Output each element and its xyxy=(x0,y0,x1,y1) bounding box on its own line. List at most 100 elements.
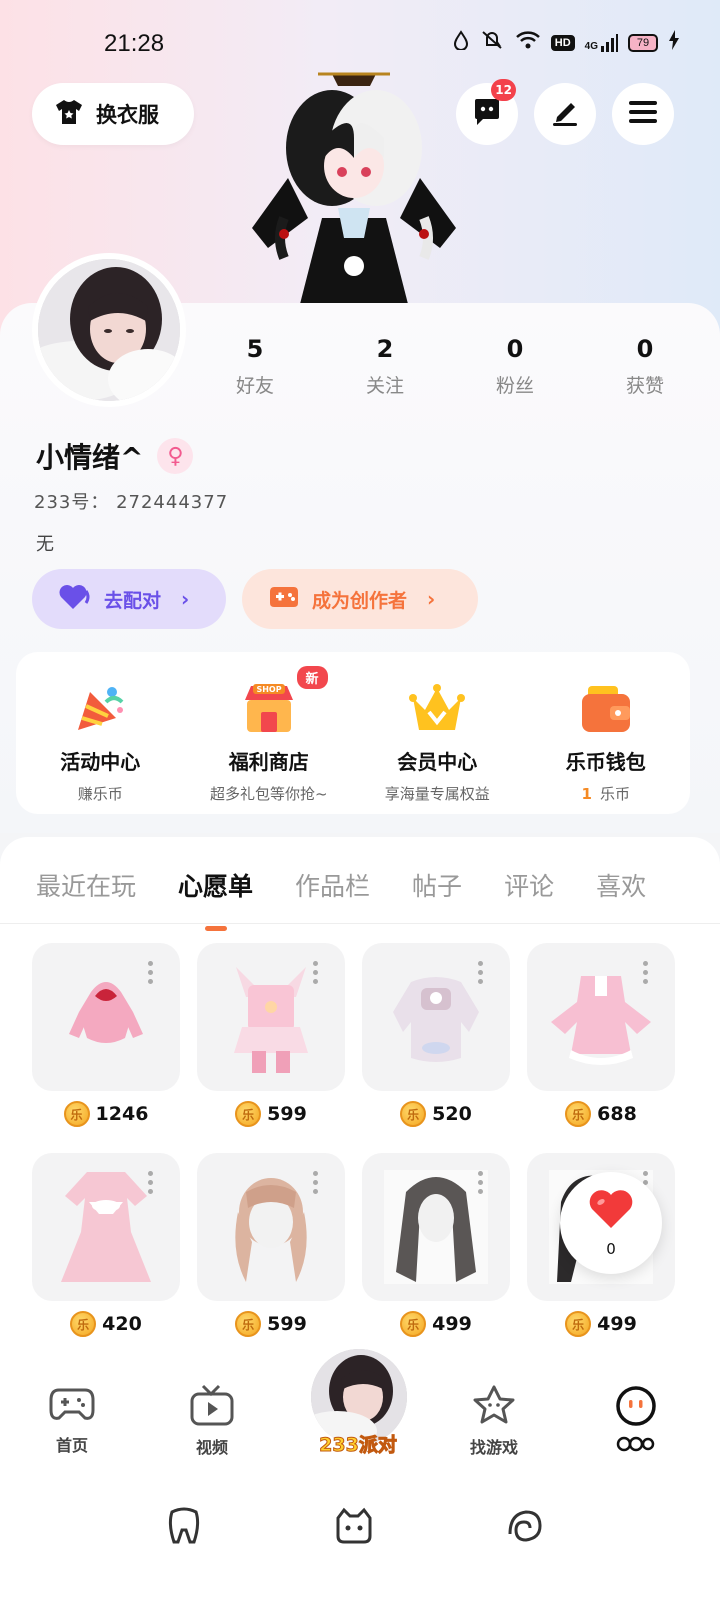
nav-label xyxy=(596,1436,676,1456)
gamepad-icon xyxy=(49,1388,95,1428)
more-options-icon[interactable] xyxy=(313,961,319,984)
item-thumbnail xyxy=(362,1153,510,1301)
service-title: 活动中心 xyxy=(60,750,141,774)
coin-icon: 乐 xyxy=(400,1101,427,1127)
coin-icon: 乐 xyxy=(565,1101,592,1127)
stat-fans[interactable]: 0 粉丝 xyxy=(450,335,580,398)
more-options-icon[interactable] xyxy=(478,961,484,984)
change-outfit-label: 换衣服 xyxy=(96,103,159,127)
pen-icon xyxy=(549,97,581,131)
service-vip-center[interactable]: 会员中心 享海量专属权益 xyxy=(353,652,522,814)
tab-posts[interactable]: 帖子 xyxy=(412,867,462,903)
tooth-icon[interactable] xyxy=(162,1504,206,1548)
svg-text:SHOP: SHOP xyxy=(256,685,281,694)
profile-face-icon xyxy=(614,1386,658,1432)
username-row: 小情绪^ ♀ xyxy=(36,436,194,476)
nav-label: 视频 xyxy=(195,1438,228,1457)
item-price: 乐 599 xyxy=(197,1101,345,1127)
signal-icon: 4G xyxy=(584,33,618,52)
heart-match-icon xyxy=(58,583,92,616)
cat-face-icon[interactable] xyxy=(332,1504,376,1548)
system-nav-bar xyxy=(0,1478,720,1600)
item-price: 乐 688 xyxy=(527,1101,675,1127)
message-badge: 12 xyxy=(491,79,516,101)
nav-find-games[interactable]: 找游戏 xyxy=(454,1384,534,1458)
change-outfit-button[interactable]: 换衣服 xyxy=(32,83,194,145)
profile-tabs: 最近在玩 心愿单 作品栏 帖子 评论 喜欢 xyxy=(36,867,646,903)
stat-label: 好友 xyxy=(235,375,274,397)
mute-bell-icon xyxy=(479,30,505,55)
wishlist-item[interactable]: 乐 420 xyxy=(32,1153,180,1337)
price-value: 1246 xyxy=(95,1103,149,1125)
price-value: 499 xyxy=(432,1313,472,1335)
stat-value: 0 xyxy=(636,335,654,363)
stat-value: 2 xyxy=(376,335,394,363)
service-activity-center[interactable]: 活动中心 赚乐币 xyxy=(16,652,185,814)
network-type: 4G xyxy=(584,40,598,52)
stat-label: 粉丝 xyxy=(495,375,534,397)
hamburger-menu-icon xyxy=(627,99,659,129)
charging-icon xyxy=(668,30,680,55)
wifi-icon xyxy=(515,30,541,55)
new-tag: 新 xyxy=(296,666,328,689)
stat-likes[interactable]: 0 获赞 xyxy=(580,335,710,398)
service-title: 福利商店 xyxy=(228,750,309,774)
price-value: 599 xyxy=(267,1103,307,1125)
user-bio: 无 xyxy=(36,534,54,555)
item-price: 乐 599 xyxy=(197,1311,345,1337)
tab-likes[interactable]: 喜欢 xyxy=(596,867,646,903)
wishlist-item[interactable]: 乐 1246 xyxy=(32,943,180,1127)
like-count: 0 xyxy=(606,1240,616,1258)
price-value: 420 xyxy=(102,1313,142,1335)
more-options-icon[interactable] xyxy=(643,961,649,984)
price-value: 520 xyxy=(432,1103,472,1125)
crown-icon xyxy=(409,680,466,736)
item-thumbnail xyxy=(32,1153,180,1301)
tab-comments[interactable]: 评论 xyxy=(504,867,554,903)
stat-following[interactable]: 2 关注 xyxy=(320,335,450,398)
nav-video[interactable]: 视频 xyxy=(172,1384,252,1458)
username: 小情绪^ xyxy=(36,441,144,474)
more-options-icon[interactable] xyxy=(148,961,154,984)
item-thumbnail xyxy=(527,943,675,1091)
swirl-icon[interactable] xyxy=(502,1504,546,1548)
messages-button[interactable]: 12 xyxy=(456,79,518,145)
tab-wishlist[interactable]: 心愿单 xyxy=(178,867,253,903)
services-panel: 活动中心 赚乐币 新 SHOP 福利商店 超多礼包等你抢~ 会员中心 享海量专属… xyxy=(16,652,690,814)
profile-avatar[interactable] xyxy=(32,253,186,407)
user-id[interactable]: 233号： 272444377 xyxy=(34,488,228,514)
female-gender-icon: ♀ xyxy=(157,438,194,474)
nav-label: 找游戏 xyxy=(469,1438,518,1457)
wishlist-item[interactable]: 乐 599 xyxy=(197,1153,345,1337)
nav-label: 首页 xyxy=(55,1436,88,1455)
wishlist-item[interactable]: 乐 520 xyxy=(362,943,510,1127)
menu-button[interactable] xyxy=(612,83,674,145)
wishlist-item[interactable]: 乐 499 xyxy=(362,1153,510,1337)
wishlist-item[interactable]: 乐 599 xyxy=(197,943,345,1127)
tab-recently-played[interactable]: 最近在玩 xyxy=(36,867,136,903)
avatar-3d-character[interactable] xyxy=(248,68,460,304)
edit-profile-button[interactable] xyxy=(534,83,596,145)
nav-profile[interactable] xyxy=(596,1384,676,1456)
like-button[interactable]: 0 xyxy=(560,1172,662,1274)
become-creator-button[interactable]: 成为创作者 › xyxy=(242,569,478,629)
more-options-icon[interactable] xyxy=(313,1171,319,1194)
item-price: 乐 499 xyxy=(527,1311,675,1337)
tv-icon xyxy=(189,1384,235,1430)
tab-works[interactable]: 作品栏 xyxy=(295,867,370,903)
stat-friends[interactable]: 5 好友 xyxy=(190,335,320,398)
service-welfare-shop[interactable]: 新 SHOP 福利商店 超多礼包等你抢~ xyxy=(185,652,354,814)
service-subtitle: 超多礼包等你抢~ xyxy=(209,785,328,803)
shop-icon: SHOP xyxy=(241,680,297,736)
go-match-button[interactable]: 去配对 › xyxy=(32,569,226,629)
more-options-icon[interactable] xyxy=(478,1171,484,1194)
stat-value: 0 xyxy=(506,335,524,363)
wishlist-item[interactable]: 乐 688 xyxy=(527,943,675,1127)
service-coin-wallet[interactable]: 乐币钱包 1 乐币 xyxy=(522,652,691,814)
more-options-icon[interactable] xyxy=(148,1171,154,1194)
coin-icon: 乐 xyxy=(400,1311,427,1337)
party-label: 233派对 xyxy=(319,1434,398,1457)
nav-home[interactable]: 首页 xyxy=(32,1384,112,1456)
price-value: 499 xyxy=(597,1313,637,1335)
item-thumbnail xyxy=(32,943,180,1091)
